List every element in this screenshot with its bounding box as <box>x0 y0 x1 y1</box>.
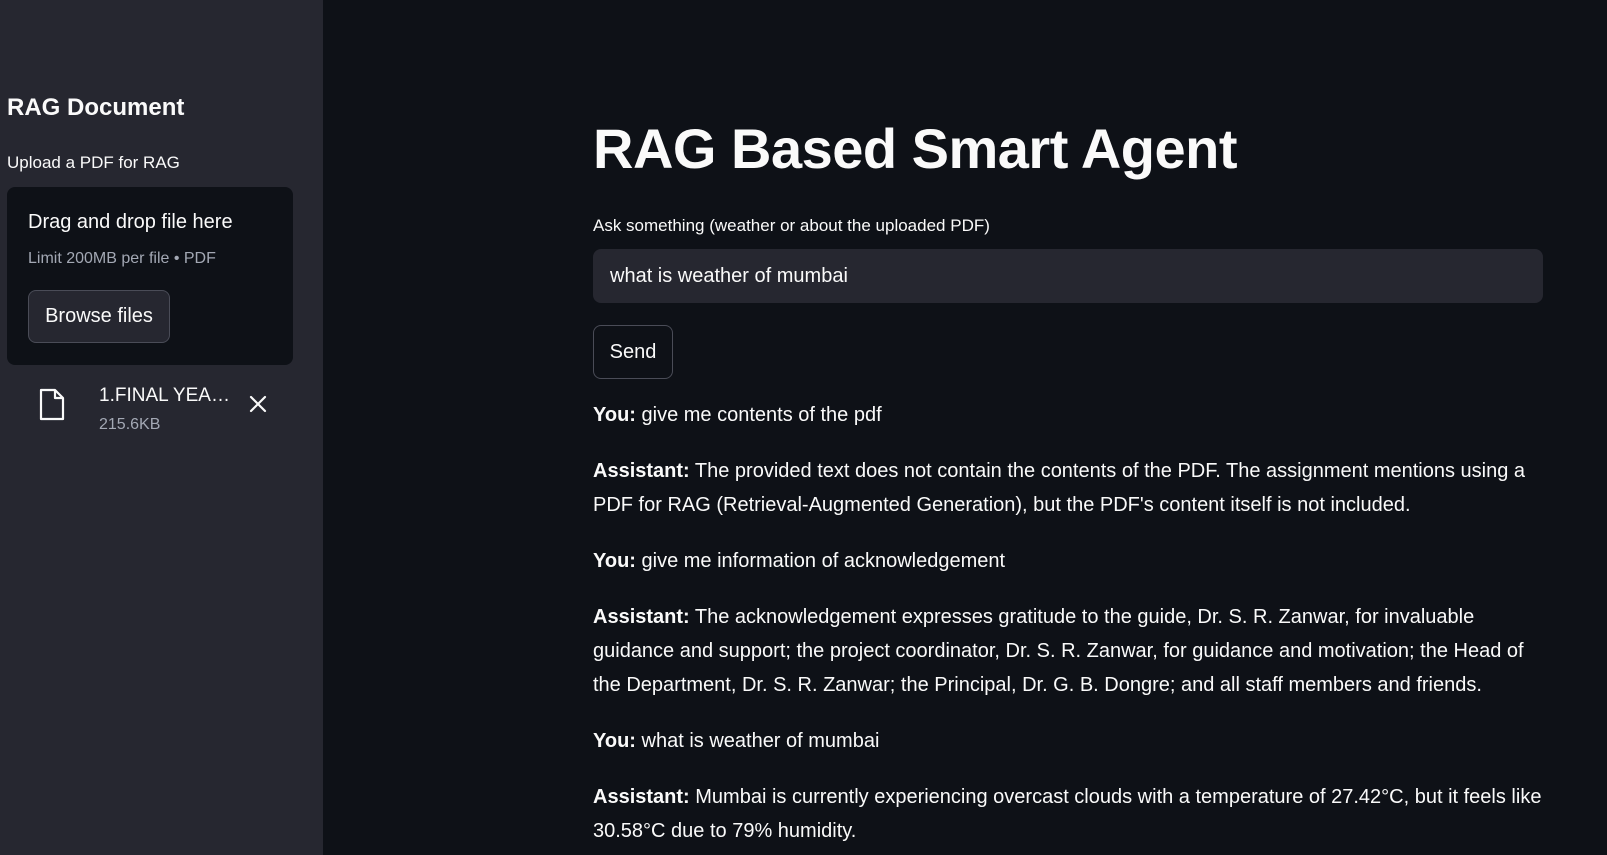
page-title: RAG Based Smart Agent <box>593 117 1238 180</box>
message-text: The acknowledgement expresses gratitude … <box>593 606 1524 696</box>
chat-message: You: what is weather of mumbai <box>593 724 1548 758</box>
file-name: 1.FINAL YEAR … <box>99 385 243 406</box>
sidebar-title: RAG Document <box>7 94 185 121</box>
chat-message: Assistant: The acknowledgement expresses… <box>593 600 1548 702</box>
dropzone-limit: Limit 200MB per file • PDF <box>28 250 216 267</box>
browse-files-button[interactable]: Browse files <box>28 290 170 343</box>
file-dropzone[interactable]: Drag and drop file here Limit 200MB per … <box>7 187 293 365</box>
chat-message: Assistant: The provided text does not co… <box>593 454 1548 522</box>
chat-history: You: give me contents of the pdf Assista… <box>593 398 1548 855</box>
message-speaker: You: <box>593 730 636 752</box>
file-size: 215.6KB <box>99 416 161 433</box>
message-speaker: You: <box>593 404 636 426</box>
chat-message: You: give me contents of the pdf <box>593 398 1548 432</box>
message-text: give me contents of the pdf <box>641 404 882 426</box>
send-button[interactable]: Send <box>593 325 673 379</box>
app-root: RAG Document Upload a PDF for RAG Drag a… <box>0 0 1607 855</box>
message-speaker: Assistant: <box>593 460 690 482</box>
query-input-label: Ask something (weather or about the uplo… <box>593 216 990 235</box>
chat-message: You: give me information of acknowledgem… <box>593 544 1548 578</box>
message-speaker: Assistant: <box>593 786 690 808</box>
message-text: give me information of acknowledgement <box>641 550 1006 572</box>
sidebar: RAG Document Upload a PDF for RAG Drag a… <box>0 0 323 855</box>
dropzone-title: Drag and drop file here <box>28 211 233 233</box>
upload-label: Upload a PDF for RAG <box>7 153 180 172</box>
chat-message: Assistant: Mumbai is currently experienc… <box>593 780 1548 848</box>
file-icon <box>39 388 65 421</box>
message-speaker: You: <box>593 550 636 572</box>
message-text: what is weather of mumbai <box>641 730 880 752</box>
message-text: The provided text does not contain the c… <box>593 460 1526 516</box>
query-input[interactable] <box>593 249 1543 303</box>
message-text: Mumbai is currently experiencing overcas… <box>593 786 1542 842</box>
message-speaker: Assistant: <box>593 606 690 628</box>
close-icon[interactable] <box>246 392 270 416</box>
main-content: RAG Based Smart Agent Ask something (wea… <box>323 0 1607 855</box>
uploaded-file: 1.FINAL YEAR … 215.6KB <box>30 380 290 440</box>
